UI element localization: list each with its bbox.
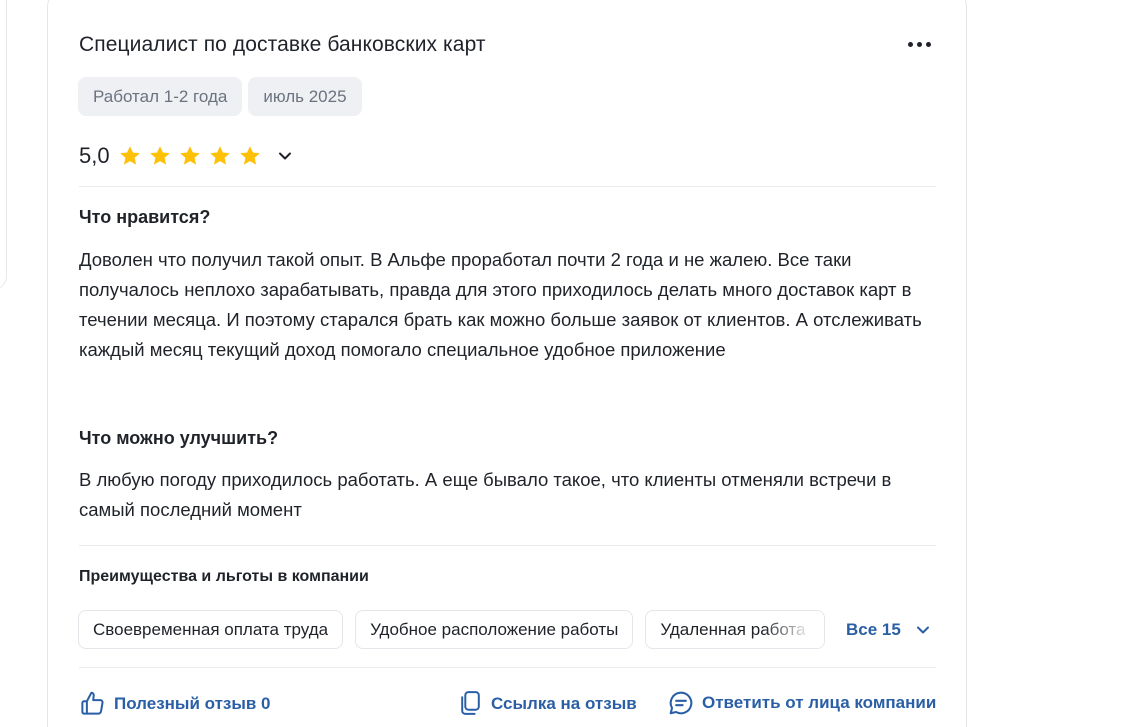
likes-heading: Что нравится? [79,207,211,227]
likes-text: Доволен что получил такой опыт. В Альфе … [79,249,922,360]
star-icon [209,146,230,165]
review-title: Специалист по доставке банковских карт [79,33,486,56]
left-panel-edge [0,0,7,290]
star-icon [179,146,200,165]
helpful-review-button[interactable]: Полезный отзыв 0 [79,690,271,717]
rating-row: 5,0 [79,143,294,169]
copy-link-icon [461,691,480,715]
more-menu-button[interactable] [902,32,936,56]
show-all-label: Все 15 [846,620,901,639]
divider [79,545,936,546]
reply-label: Ответить от лица компании [702,693,937,712]
reply-as-company-button[interactable]: Ответить от лица компании [668,690,936,716]
benefits-heading: Преимущества и льготы в компании [79,568,369,585]
star-icon [119,146,140,165]
benefits-chips: Своевременная оплата труда Удобное распо… [78,610,826,649]
star-icon [149,146,170,165]
divider [79,667,936,668]
thumbs-up-icon [81,691,104,715]
more-icon-dot [925,41,931,47]
improve-text: В любую погоду приходилось работать. А е… [79,469,892,520]
benefit-chip[interactable]: Удаленная работа [645,610,826,649]
show-all-benefits-button[interactable]: Все 15 [846,620,931,640]
comment-icon [669,691,693,715]
benefit-chip[interactable]: Удобное расположение работы [355,610,634,649]
review-tags: Работал 1-2 года июль 2025 [78,77,362,116]
more-icon-dot [916,41,922,47]
rating-value: 5,0 [79,143,110,168]
benefit-chip[interactable]: Своевременная оплата труда [78,610,344,649]
chevron-down-icon[interactable] [276,147,294,165]
star-icon [239,146,260,165]
chevron-down-icon [916,626,929,634]
more-icon [907,41,913,47]
divider [79,186,936,187]
improve-heading: Что можно улучшить? [79,428,279,448]
review-link-button[interactable]: Ссылка на отзыв [458,690,637,717]
helpful-label: Полезный отзыв 0 [114,693,271,713]
tag-experience: Работал 1-2 года [78,77,243,116]
review-link-label: Ссылка на отзыв [491,693,637,713]
rating-stars [118,144,262,168]
tag-date: июль 2025 [248,77,362,116]
